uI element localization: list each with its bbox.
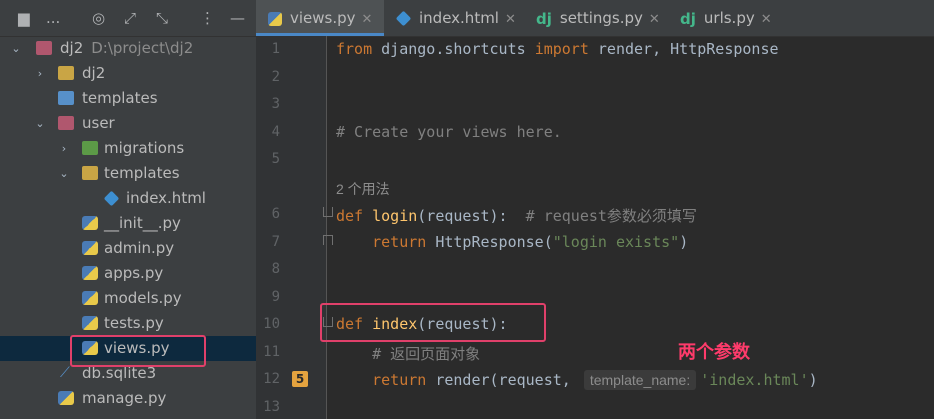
tree-item-index-html[interactable]: index.html <box>0 186 256 211</box>
code-line-4: # Create your views here. <box>336 123 562 141</box>
folder-icon[interactable]: ▆ <box>18 8 30 28</box>
templates-folder-icon <box>82 166 98 180</box>
expand-icon[interactable]: ⤢ <box>124 8 136 28</box>
tab-urls-py[interactable]: dj urls.py ✕ <box>670 0 780 36</box>
tab-label: urls.py <box>703 9 755 27</box>
tree-item-dj2[interactable]: › dj2 <box>0 61 256 86</box>
tree-item-label: apps.py <box>104 264 164 282</box>
python-file-icon <box>268 11 282 26</box>
options-icon[interactable]: ⋮ <box>200 8 215 28</box>
tree-item-user[interactable]: ⌄ user <box>0 111 256 136</box>
html5-icon[interactable]: 5 <box>292 371 308 387</box>
highlight-box-index <box>320 303 546 342</box>
tree-item-label: models.py <box>104 289 182 307</box>
python-file-icon <box>82 241 98 255</box>
root-path: D:\project\dj2 <box>91 39 194 57</box>
code-area[interactable]: from django.shortcuts import render, Htt… <box>326 36 934 419</box>
templates-folder-icon <box>58 91 74 105</box>
highlight-box-views <box>70 335 206 367</box>
tree-item-templates[interactable]: ⌄ templates <box>0 161 256 186</box>
project-title[interactable]: ... <box>46 8 60 28</box>
close-icon[interactable]: ✕ <box>362 12 373 27</box>
python-file-icon <box>82 291 98 305</box>
code-line-1: from django.shortcuts import render, Htt… <box>336 40 779 58</box>
line-number: 4 <box>271 124 280 140</box>
line-number: 5 <box>271 151 280 167</box>
tree-item-manage[interactable]: manage.py <box>0 386 256 411</box>
line-number: 7 <box>271 234 280 250</box>
usage-hint[interactable]: 2 个用法 <box>336 179 390 199</box>
code-line-7: return HttpResponse("login exists") <box>372 233 689 251</box>
line-number: 6 <box>271 206 280 222</box>
line-number: 11 <box>263 344 280 360</box>
html-file-icon <box>103 190 120 207</box>
line-number: 1 <box>271 41 280 57</box>
project-panel: ▆ ... ◎ ⤢ ⤡ ⋮ — ⌄ dj2 D:\project\dj2 › dj… <box>0 0 256 419</box>
folder-icon <box>58 66 74 80</box>
tree-item-label: dj2 <box>82 64 106 82</box>
folder-icon <box>36 41 52 55</box>
django-icon: dj <box>680 9 696 28</box>
parameter-hint: template_name: <box>583 370 697 390</box>
project-toolbar: ▆ ... ◎ ⤢ ⤡ ⋮ — <box>0 0 256 37</box>
annotation-two-params: 两个参数 <box>678 342 750 362</box>
tree-item-migrations[interactable]: › migrations <box>0 136 256 161</box>
chevron-down-icon[interactable]: ⌄ <box>34 111 46 136</box>
root-name: dj2 <box>60 39 84 57</box>
html-file-icon <box>395 10 412 27</box>
editor-area: views.py ✕ index.html ✕ dj settings.py ✕ dj u… <box>256 0 934 419</box>
folder-icon <box>82 141 98 155</box>
collapse-icon[interactable]: ⤡ <box>156 8 168 28</box>
python-file-icon <box>58 391 74 405</box>
tree-item-label: migrations <box>104 139 185 157</box>
line-number: 10 <box>263 316 280 332</box>
tree-item-init[interactable]: __init__.py <box>0 211 256 236</box>
django-icon: dj <box>536 9 552 28</box>
tree-item-label: templates <box>104 164 180 182</box>
chevron-down-icon[interactable]: ⌄ <box>10 36 22 61</box>
line-gutter: 1 2 3 4 5 6 7 8 9 10 11 12 13 5 <box>256 36 333 419</box>
tree-item-label: manage.py <box>82 389 167 407</box>
tab-label: index.html <box>419 9 499 27</box>
chevron-right-icon[interactable]: › <box>34 61 46 86</box>
editor-tabs: views.py ✕ index.html ✕ dj settings.py ✕ dj u… <box>256 0 934 37</box>
tree-item-label: index.html <box>126 189 206 207</box>
line-number: 2 <box>271 69 280 85</box>
tree-item-admin[interactable]: admin.py <box>0 236 256 261</box>
python-file-icon <box>82 216 98 230</box>
line-number: 12 <box>263 371 280 387</box>
tree-item-models[interactable]: models.py <box>0 286 256 311</box>
chevron-right-icon[interactable]: › <box>58 136 70 161</box>
tree-item-tests[interactable]: tests.py <box>0 311 256 336</box>
tab-views-py[interactable]: views.py ✕ <box>256 0 384 36</box>
tree-item-label: __init__.py <box>104 214 181 232</box>
tab-settings-py[interactable]: dj settings.py ✕ <box>526 0 670 36</box>
tab-label: views.py <box>290 9 356 27</box>
line-number: 13 <box>263 399 280 415</box>
tree-item-label: user <box>82 114 115 132</box>
code-line-12: return render(request, template_name:'in… <box>372 370 818 390</box>
tree-item-apps[interactable]: apps.py <box>0 261 256 286</box>
line-number: 8 <box>271 261 280 277</box>
python-file-icon <box>82 266 98 280</box>
code-line-11: # 返回页面对象 <box>372 345 481 363</box>
tree-item-label: tests.py <box>104 314 164 332</box>
tree-item-root[interactable]: ⌄ dj2 D:\project\dj2 <box>0 36 256 61</box>
close-icon[interactable]: ✕ <box>761 12 772 27</box>
close-icon[interactable]: ✕ <box>505 12 516 27</box>
code-line-6: def login(request): # request参数必须填写 <box>336 207 697 225</box>
close-icon[interactable]: ✕ <box>649 12 660 27</box>
tree-item-label: templates <box>82 89 158 107</box>
line-number: 9 <box>271 289 280 305</box>
tab-index-html[interactable]: index.html ✕ <box>384 0 526 36</box>
chevron-down-icon[interactable]: ⌄ <box>58 161 70 186</box>
tree-item-label: admin.py <box>104 239 175 257</box>
package-folder-icon <box>58 116 74 130</box>
tab-label: settings.py <box>559 9 643 27</box>
tree-item-templates-root[interactable]: templates <box>0 86 256 111</box>
target-icon[interactable]: ◎ <box>92 8 105 28</box>
python-file-icon <box>82 316 98 330</box>
line-number: 3 <box>271 96 280 112</box>
hide-icon[interactable]: — <box>230 8 245 28</box>
